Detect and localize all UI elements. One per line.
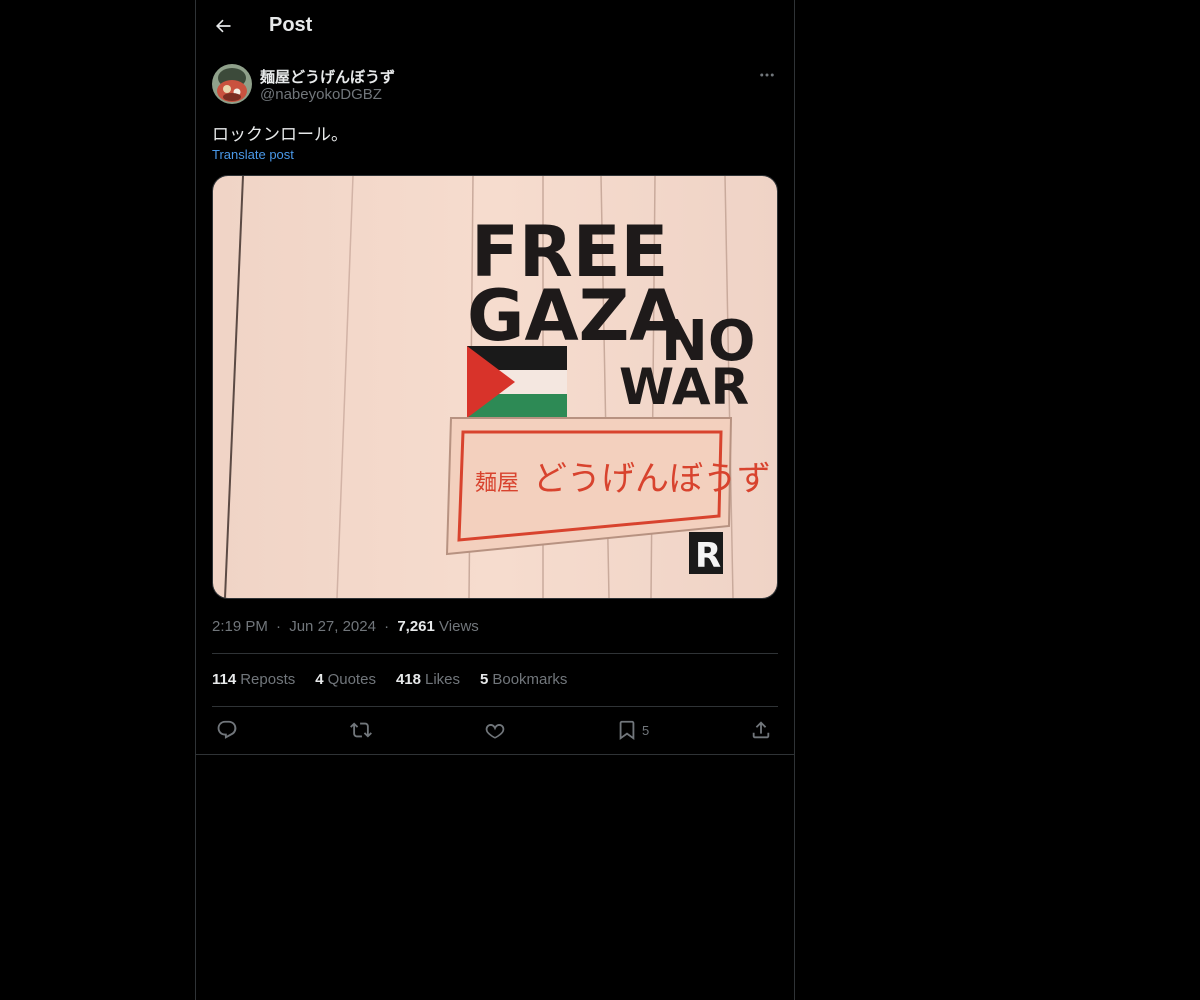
- repost-button[interactable]: [350, 716, 372, 744]
- bookmarks-stat[interactable]: 5 Bookmarks: [480, 671, 567, 688]
- share-icon: [752, 721, 770, 739]
- meta-separator: ·: [276, 618, 282, 635]
- repost-icon: [350, 722, 372, 738]
- quotes-count: 4: [315, 671, 324, 688]
- ellipsis-icon: [760, 73, 774, 77]
- divider: [212, 653, 778, 654]
- bookmark-button[interactable]: 5: [616, 716, 649, 744]
- primary-column: Post 麺屋どうげんぼうず @nabeyokoDGBZ ロックンロール。 Tr…: [195, 0, 795, 1000]
- reply-icon: [217, 720, 237, 739]
- avatar[interactable]: [212, 64, 252, 104]
- reposts-label: Reposts: [240, 671, 296, 688]
- post-header: Post: [196, 0, 794, 54]
- quotes-stat[interactable]: 4 Quotes: [315, 671, 376, 688]
- author-display-name[interactable]: 麺屋どうげんぼうず: [260, 66, 395, 87]
- bookmarks-count: 5: [480, 671, 489, 688]
- post-stats: 114 Reposts 4 Quotes 418 Likes 5 Bookmarks: [212, 671, 567, 688]
- post-text: ロックンロール。: [212, 125, 348, 144]
- post-bottom-divider: [196, 754, 794, 755]
- divider: [212, 706, 778, 707]
- post-date[interactable]: Jun 27, 2024: [289, 618, 376, 635]
- bookmark-count: 5: [642, 722, 650, 738]
- bookmarks-label: Bookmarks: [492, 671, 568, 688]
- quotes-label: Quotes: [327, 671, 376, 688]
- page-title: Post: [269, 14, 313, 36]
- sign-text-dogenbozu: どうげんぼうず: [533, 459, 771, 499]
- more-options-button[interactable]: [756, 64, 778, 86]
- likes-label: Likes: [424, 671, 461, 688]
- sign-text-menya: 麺屋: [475, 471, 519, 496]
- post-image[interactable]: FREE GAZA NO WAR 麺屋 どうげんぼうず R: [212, 175, 778, 599]
- sign-text-gaza: GAZA: [467, 275, 684, 357]
- reply-button[interactable]: [216, 716, 238, 744]
- palestine-flag: [467, 346, 567, 418]
- share-button[interactable]: [750, 716, 772, 744]
- author-handle[interactable]: @nabeyokoDGBZ: [260, 86, 382, 103]
- sign-text-war: WAR: [619, 358, 749, 416]
- views-label: Views: [439, 618, 479, 635]
- likes-count: 418: [395, 671, 421, 688]
- back-button[interactable]: [208, 11, 238, 41]
- reposts-stat[interactable]: 114 Reposts: [212, 671, 295, 688]
- views-count: 7,261: [397, 618, 435, 635]
- reposts-count: 114: [212, 671, 237, 688]
- bookmark-icon: [619, 720, 635, 741]
- post-actions: 5: [212, 716, 778, 744]
- meta-separator: ·: [384, 618, 390, 635]
- likes-stat[interactable]: 418 Likes: [396, 671, 460, 688]
- like-button[interactable]: [484, 716, 506, 744]
- heart-icon: [485, 724, 505, 739]
- translate-post-link[interactable]: Translate post: [212, 147, 294, 162]
- post-meta: 2:19 PM · Jun 27, 2024 · 7,261 Views: [212, 618, 479, 635]
- sign-text-r: R: [695, 536, 721, 576]
- sign-photo: FREE GAZA NO WAR 麺屋 どうげんぼうず R: [213, 176, 777, 598]
- arrow-left-icon: [216, 19, 231, 33]
- post-author: 麺屋どうげんぼうず @nabeyokoDGBZ: [212, 64, 778, 108]
- post-time[interactable]: 2:19 PM: [212, 618, 268, 635]
